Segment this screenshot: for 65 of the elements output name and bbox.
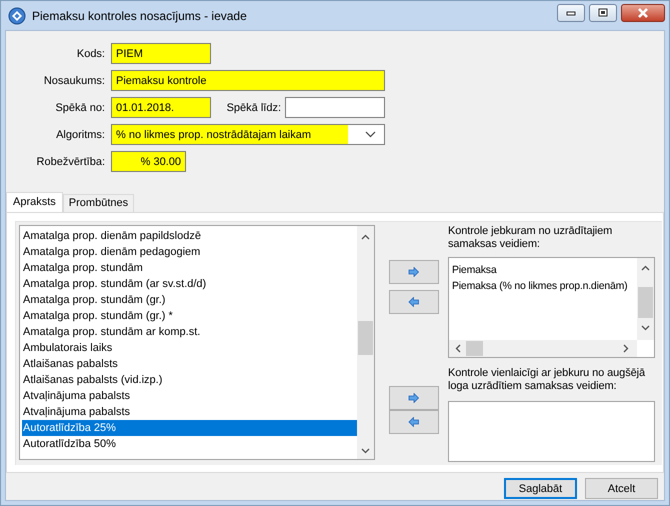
input-field[interactable]: % 30.00 [111, 151, 186, 172]
move-right-button[interactable] [389, 260, 439, 284]
list-item[interactable]: Atlaišanas pabalsts (vid.izp.) [22, 372, 357, 388]
input-field[interactable]: Piemaksu kontrole [111, 70, 385, 91]
list-item[interactable]: Autoratlīdzība 25% [22, 420, 357, 436]
input-field[interactable]: 01.01.2018. [111, 97, 211, 118]
scroll-thumb[interactable] [466, 341, 483, 356]
list-item[interactable]: Autoratlīdzība 50% [22, 436, 357, 452]
minimize-button[interactable] [557, 4, 585, 22]
chevron-icon [641, 265, 650, 271]
list-box[interactable] [19, 225, 375, 460]
list-item[interactable]: Piemaksa [451, 262, 637, 278]
window-title: Piemaksu kontroles nosacījums - ievade [32, 8, 247, 22]
chevron-down-icon [365, 131, 376, 138]
maximize-icon [598, 8, 608, 17]
list-item[interactable]: Amatalga prop. stundām (gr.) * [22, 308, 357, 324]
list-item[interactable]: Atvaļinājuma pabalsts [22, 404, 357, 420]
app-icon [8, 6, 26, 24]
arrow-right-icon [408, 393, 420, 403]
scroll-thumb[interactable] [358, 321, 373, 355]
list-box[interactable]: Piemaksa Piemaksa (% no likmes prop.n.dienām) [448, 257, 655, 358]
list-item[interactable]: Amatalga prop. stundām (gr.) [22, 292, 357, 308]
scrollbar[interactable] [449, 340, 637, 357]
close-button[interactable] [621, 4, 665, 22]
chevron-icon [623, 344, 629, 353]
list-item[interactable]: Amatalga prop. stundām ar komp.st. [22, 324, 357, 340]
list-item[interactable]: Atvaļinājuma pabalsts [22, 388, 357, 404]
field-label: Nosaukums: [42, 74, 105, 86]
list-item[interactable]: Amatalga prop. dienām papildslodzē [22, 228, 357, 244]
chevron-icon [361, 448, 370, 454]
tab[interactable]: Apraksts [6, 192, 63, 212]
chevron-icon [641, 325, 650, 331]
list-item[interactable]: Piemaksa (% no likmes prop.n.dienām) [451, 278, 637, 294]
input-field[interactable] [285, 97, 385, 118]
close-icon [637, 8, 649, 18]
cancel-button[interactable]: Atcelt [585, 478, 658, 499]
move-left-button[interactable] [389, 290, 439, 314]
list-item[interactable]: Ambulatorais laiks [22, 340, 357, 356]
field-label: Robežvērtība: [36, 156, 105, 168]
field-label: Algoritms: [55, 128, 105, 140]
field-label: Spēkā līdz: [226, 102, 281, 114]
list-label: Kontrole jebkuram no uzrādītajiem samaksas veidiem: [448, 225, 614, 251]
arrow-right-icon [408, 267, 420, 277]
list-item[interactable]: Amatalga prop. stundām [22, 260, 357, 276]
save-button[interactable]: Saglabāt [504, 478, 577, 499]
scrollbar[interactable] [357, 226, 374, 459]
minimize-icon [566, 10, 576, 16]
list-item[interactable]: Atlaišanas pabalsts [22, 356, 357, 372]
move-right-button[interactable] [389, 386, 439, 410]
arrow-left-icon [408, 297, 420, 307]
maximize-button[interactable] [589, 4, 617, 22]
list-item[interactable]: Amatalga prop. dienām pedagogiem [22, 244, 357, 260]
scroll-thumb[interactable] [638, 287, 653, 318]
list-item[interactable]: Amatalga prop. stundām (ar sv.st.d/d) [22, 276, 357, 292]
input-field[interactable]: PIEM [111, 43, 211, 64]
dropdown[interactable]: % no likmes prop. nostrādātajam laikam [111, 124, 385, 145]
arrow-left-icon [408, 417, 420, 427]
chevron-icon [455, 344, 461, 353]
move-left-button[interactable] [389, 410, 439, 434]
chevron-icon [361, 234, 370, 240]
scrollbar[interactable] [637, 258, 654, 340]
field-label: Spēkā no: [54, 102, 105, 114]
tab[interactable]: Prombūtnes [62, 194, 134, 212]
list-label: Kontrole vienlaicīgi ar jebkuru no augšējā loga uzrādītiem samaksas veidiem: [448, 367, 646, 393]
field-label: Kods: [76, 48, 105, 60]
